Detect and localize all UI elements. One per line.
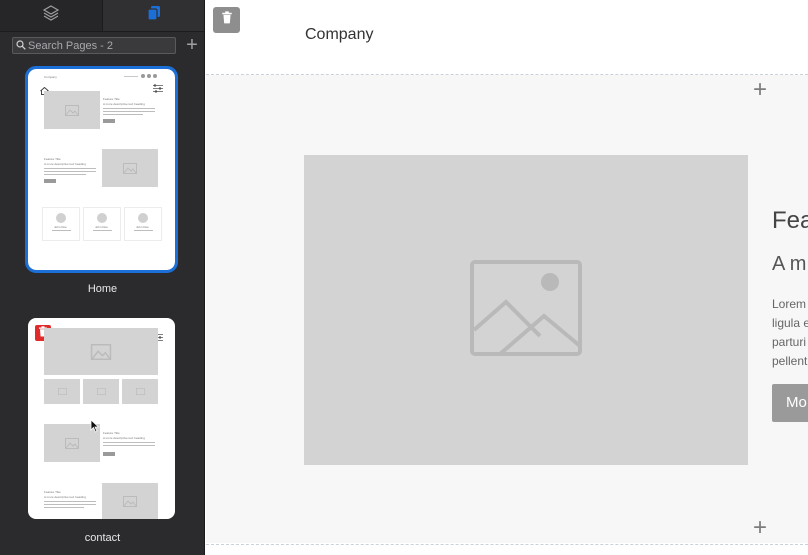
thumb-feature-title: Feature Title: [103, 431, 120, 435]
body-line: parturi: [772, 335, 807, 349]
image-placeholder-icon: [470, 259, 582, 361]
editor-canvas: Company + Fea A m Lorem ligula e parturi…: [206, 0, 808, 555]
thumb-text-line: [103, 442, 155, 443]
thumb-feature-subtitle: A more descriptive text heading: [44, 495, 86, 499]
thumb-text-line: [103, 445, 155, 446]
feature-subtitle[interactable]: A m: [772, 253, 806, 276]
page-thumbnail-contact[interactable]: Feature Title A more descriptive text he…: [28, 318, 175, 519]
thumb-button: [44, 179, 56, 183]
thumb-image-placeholder: [83, 379, 119, 404]
body-line: ligula e: [772, 316, 808, 330]
thumb-text-line: [44, 507, 84, 508]
thumb-logo-text: Company: [44, 75, 57, 79]
feature-title[interactable]: Fea: [772, 207, 808, 235]
thumb-avatar: [56, 213, 66, 223]
thumb-text-line: [44, 171, 96, 172]
layers-icon: [42, 5, 60, 26]
thumb-image-placeholder: [102, 149, 158, 187]
next-section-edge: [206, 545, 808, 555]
thumb-feature-subtitle: A more descriptive text heading: [44, 162, 86, 166]
thumb-team-card: John Doe: [124, 207, 162, 241]
thumb-team-name: John Doe: [136, 225, 149, 229]
thumb-text-line: [103, 114, 143, 115]
thumb-text-line: [44, 174, 86, 175]
feature-body-text[interactable]: Lorem ligula e parturi pellent: [772, 295, 808, 371]
body-line: pellent: [772, 354, 808, 368]
search-box: [12, 37, 176, 54]
pages-sidebar: + Company Feature Title A more descripti…: [0, 0, 205, 555]
thumb-team-name: John Doe: [54, 225, 67, 229]
page-list: Company Feature Title A more descriptive…: [0, 60, 204, 555]
page-label-home[interactable]: Home: [0, 283, 204, 295]
thumb-avatar: [138, 213, 148, 223]
more-button[interactable]: Mo: [772, 384, 808, 422]
thumb-team-card: John Doe: [42, 207, 80, 241]
thumb-image-placeholder: [44, 379, 80, 404]
thumb-text-line: [44, 504, 96, 505]
thumb-text-line: [103, 108, 155, 109]
feature-image-placeholder[interactable]: [304, 155, 748, 465]
thumb-text-line: [93, 230, 112, 231]
thumb-feature-subtitle: A more descriptive text heading: [103, 102, 145, 106]
tab-pages[interactable]: [102, 0, 204, 31]
header-section[interactable]: Company: [206, 0, 808, 73]
add-section-button-top[interactable]: +: [750, 78, 770, 102]
thumb-text-line: [103, 111, 155, 112]
thumb-text-line: [44, 168, 96, 169]
body-line: Lorem: [772, 297, 807, 311]
mouse-cursor-icon: [90, 419, 100, 438]
thumb-image-placeholder: [122, 379, 158, 404]
thumb-image-placeholder: [102, 483, 158, 519]
thumb-image-placeholder: [44, 91, 100, 129]
brand-logo-text[interactable]: Company: [305, 26, 373, 44]
sidebar-tabs: [0, 0, 204, 32]
thumb-button: [103, 452, 115, 456]
thumb-feature-subtitle: A more descriptive text heading: [103, 436, 145, 440]
thumb-social-dot: [147, 74, 151, 78]
thumb-text-line: [52, 230, 71, 231]
thumb-social-dot: [153, 74, 157, 78]
tab-layers[interactable]: [0, 0, 102, 31]
thumb-feature-title: Feature Title: [103, 97, 120, 101]
add-page-button[interactable]: +: [183, 35, 201, 55]
thumb-feature-title: Feature Title: [44, 157, 61, 161]
pages-icon: [146, 5, 162, 26]
thumb-team-card: John Doe: [83, 207, 121, 241]
thumb-button: [103, 119, 115, 123]
add-section-button-bottom[interactable]: +: [750, 516, 770, 540]
thumb-image-placeholder: [44, 328, 158, 375]
thumb-avatar: [97, 213, 107, 223]
thumb-team-name: John Doe: [95, 225, 108, 229]
thumb-social-dot: [141, 74, 145, 78]
search-icon: [16, 37, 26, 55]
thumb-nav-line: [124, 76, 138, 77]
settings-sliders-icon: [152, 80, 164, 98]
feature-section[interactable]: + Fea A m Lorem ligula e parturi pellent…: [206, 75, 808, 543]
thumb-feature-title: Feature Title: [44, 490, 61, 494]
thumb-text-line: [134, 230, 153, 231]
delete-section-button[interactable]: [213, 7, 240, 33]
search-row: +: [12, 35, 201, 55]
trash-icon: [221, 11, 233, 29]
page-thumbnail-home[interactable]: Company Feature Title A more descriptive…: [25, 66, 178, 273]
search-input[interactable]: [26, 39, 168, 52]
thumb-text-line: [44, 501, 96, 502]
page-label-contact[interactable]: contact: [0, 532, 204, 544]
